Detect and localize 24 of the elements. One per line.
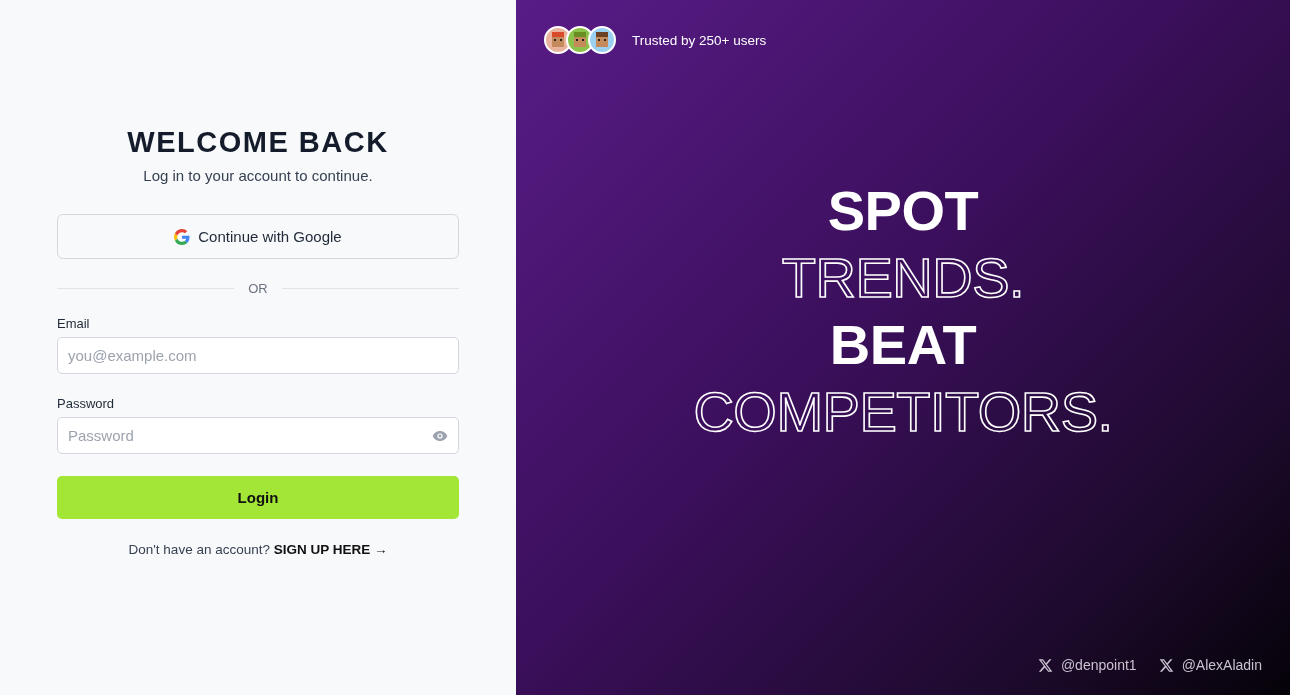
avatar-icon [544,26,572,54]
signup-link[interactable]: SIGN UP HERE → [273,542,388,557]
google-button[interactable]: Continue with Google [57,214,459,259]
avatar-icon [588,26,616,54]
or-divider-text: OR [248,281,268,296]
email-field[interactable]: you@example.com [57,337,459,374]
social-link[interactable]: @denpoint1 [1037,657,1137,673]
headline-line: COMPETITORS. [693,378,1113,445]
x-logo-icon [1037,657,1053,673]
login-button[interactable]: Login [57,476,459,519]
headline-line: BEAT [829,311,977,378]
welcome-title: WELCOME BACK [127,126,389,159]
google-icon [174,228,191,245]
signup-prompt: Don't have an account? SIGN UP HERE → [128,542,388,557]
social-link[interactable]: @AlexAladin [1158,657,1262,673]
field-label: Password [57,396,116,411]
x-logo-icon [1158,657,1174,673]
headline-line: TRENDS. [781,244,1025,311]
trust-text: Trusted by 250+ users [632,32,767,48]
field-label: Email [57,316,91,331]
eye-icon[interactable] [432,430,448,442]
headline-line: SPOT [827,177,979,244]
password-field[interactable]: Password [57,417,459,454]
subtitle: Log in to your account to continue. [143,167,373,184]
